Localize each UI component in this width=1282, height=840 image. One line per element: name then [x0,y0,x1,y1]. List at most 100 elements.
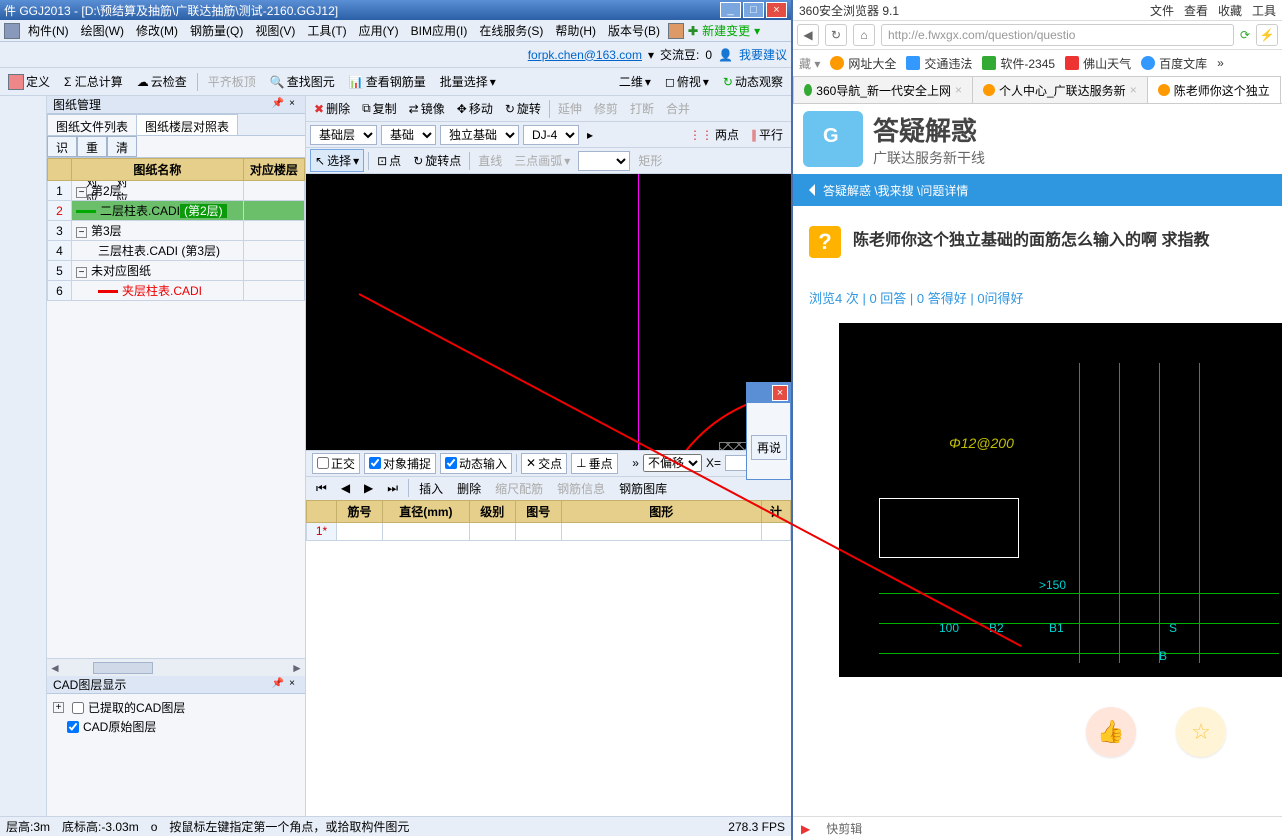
home-button[interactable]: ⌂ [853,24,875,46]
maximize-button[interactable]: □ [743,2,764,18]
collapse-icon[interactable]: − [76,227,87,238]
minimize-button[interactable]: _ [720,2,741,18]
lightning-icon[interactable]: ⚡ [1256,24,1278,46]
favorite-button[interactable]: ☆ [1176,707,1226,757]
browser-tab-1[interactable]: 个人中心_广联达服务新× [972,76,1148,103]
cad-viewport[interactable]: A 4800 4500 3900 7 8 9 Y X [306,174,791,450]
parallel-button[interactable]: ∥平行 [747,124,787,145]
menu-apply[interactable]: 应用(Y) [355,20,403,41]
user-email[interactable]: forpk.chen@163.com [528,48,642,62]
browser-tab-0[interactable]: 360导航_新一代安全上网× [793,76,973,103]
browser-tab-2[interactable]: 陈老师你这个独立 [1147,76,1281,103]
dyninput-toggle[interactable]: 动态输入 [440,453,512,474]
orbit-button[interactable]: ↻动态观察 [719,71,787,92]
menu-online[interactable]: 在线服务(S) [475,20,547,41]
menu-bim[interactable]: BIM应用(I) [407,20,472,41]
menu-tools[interactable]: 工具(T) [303,20,350,41]
question-image[interactable]: Φ12@200 >150 100 B2 B1 S B [839,323,1282,677]
table-row[interactable]: 5−未对应图纸 [48,261,305,281]
attribute-button[interactable]: ▸ [583,126,597,144]
rotpoint-button[interactable]: ↻旋转点 [409,150,465,171]
bm-traffic[interactable]: 交通违法 [906,55,972,72]
drawing-hscroll[interactable]: ◄► [47,658,305,676]
cad-node-original[interactable]: CAD原始图层 [53,717,299,736]
remap-button[interactable]: 重新对应 [77,136,107,157]
menu-component[interactable]: 构件(N) [24,20,73,41]
table-row[interactable]: 4三层柱表.CADI (第3层) [48,241,305,261]
pin-icon[interactable]: 📌 [271,678,285,692]
osnap-toggle[interactable]: 对象捕捉 [364,453,436,474]
refresh-icon[interactable]: ⟳ [1240,28,1250,42]
new-change-button[interactable]: ✚新建变更 ▾ [688,22,760,39]
twopoint-button[interactable]: ⋮⋮两点 [685,124,743,145]
cloud-check-button[interactable]: ☁云检查 [133,71,191,92]
nav-back-button[interactable]: ◀ [797,24,819,46]
browser-menu-tool[interactable]: 工具 [1252,2,1276,19]
ortho-toggle[interactable]: 正交 [312,453,360,474]
nav-last[interactable]: ⏭ [383,479,402,498]
browser-menu-file[interactable]: 文件 [1150,2,1174,19]
quickedit-icon[interactable]: ▶ [801,822,810,836]
dialog-close-button[interactable]: × [772,385,788,401]
tab-file-list[interactable]: 图纸文件列表 [47,114,137,135]
bm-weather[interactable]: 佛山天气 [1065,55,1131,72]
2d-button[interactable]: 二维 ▾ [615,71,655,92]
subtype-select[interactable]: 独立基础 [440,125,519,145]
nav-next[interactable]: ▶ [360,479,377,497]
clear-map-button[interactable]: 清除对应 [107,136,137,157]
table-row[interactable]: 6夹层柱表.CADI [48,281,305,301]
nav-prev[interactable]: ◀ [337,479,354,497]
panel-close-button[interactable]: × [285,678,299,692]
category-select[interactable]: 基础 [381,125,436,145]
pin-icon[interactable]: 📌 [271,98,285,112]
floor-select[interactable]: 基础层 [310,125,377,145]
select-button[interactable]: ↖选择 ▾ [310,149,364,172]
insert-button[interactable]: 插入 [415,478,447,499]
suggest-link[interactable]: 我要建议 [739,46,787,63]
copy-button[interactable]: ⧉复制 [358,98,401,119]
panel-close-button[interactable]: × [285,98,299,112]
table-row[interactable]: 1−第2层 [48,181,305,201]
sum-button[interactable]: Σ 汇总计算 [60,71,127,92]
cad-node-extracted[interactable]: +已提取的CAD图层 [53,698,299,717]
rebar-lib-button[interactable]: 钢筋图库 [615,478,671,499]
later-button[interactable]: 再说 [751,435,787,460]
width-select[interactable] [578,151,630,171]
module-selector[interactable] [0,96,47,816]
bm-all[interactable]: 网址大全 [830,55,896,72]
url-input[interactable] [881,24,1234,46]
menu-version[interactable]: 版本号(B) [604,20,664,41]
delete-rebar-button[interactable]: 删除 [453,478,485,499]
rotate-button[interactable]: ↻旋转 [501,98,545,119]
mirror-button[interactable]: ⇄镜像 [405,98,449,119]
window-close-button[interactable]: × [766,2,787,18]
table-row[interactable]: 3−第3层 [48,221,305,241]
table-row-selected[interactable]: 2二层柱表.CADI(第2层) [48,201,305,221]
recognize-floor-button[interactable]: 识别楼层表 [47,136,77,157]
perp-toggle[interactable]: ⊥垂点 [571,453,617,474]
nav-first[interactable]: ⏮ [312,479,331,498]
find-button[interactable]: 🔍查找图元 [266,71,339,92]
component-select[interactable]: DJ-4 [523,125,579,145]
rebar-row[interactable]: 1* [307,522,791,540]
reload-button[interactable]: ↻ [825,24,847,46]
move-button[interactable]: ✥移动 [453,98,497,119]
menu-modify[interactable]: 修改(M) [132,20,182,41]
bm-soft[interactable]: 软件-2345 [982,55,1055,72]
cross-toggle[interactable]: ✕交点 [521,453,567,474]
collapse-icon[interactable]: − [76,187,87,198]
menu-view[interactable]: 视图(V) [251,20,299,41]
view-rebar-button[interactable]: 📊查看钢筋量 [345,71,430,92]
menu-help[interactable]: 帮助(H) [551,20,600,41]
bm-wenku[interactable]: 百度文库 [1141,55,1207,72]
offset-select[interactable]: 不偏移 [643,454,702,472]
top-view-button[interactable]: ◻俯视 ▾ [661,71,713,92]
menu-draw[interactable]: 绘图(W) [77,20,128,41]
define-button[interactable]: 定义 [4,71,54,92]
browser-menu-fav[interactable]: 收藏 [1218,2,1242,19]
browser-menu-view[interactable]: 查看 [1184,2,1208,19]
menu-rebar[interactable]: 钢筋量(Q) [186,20,247,41]
flatten-button[interactable]: 平齐板顶 [204,71,260,92]
point-button[interactable]: ⊡点 [373,150,405,171]
collapse-icon[interactable]: − [76,267,87,278]
